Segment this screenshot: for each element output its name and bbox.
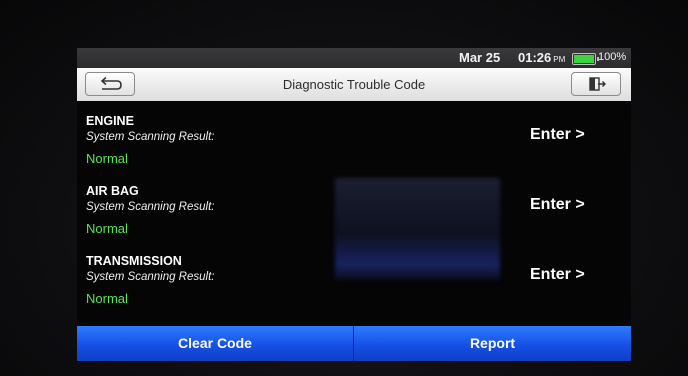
- system-scan-label: System Scanning Result:: [86, 271, 215, 283]
- enter-button-air-bag[interactable]: Enter >: [530, 196, 585, 214]
- enter-button-transmission[interactable]: Enter >: [530, 266, 585, 284]
- system-scan-result: Normal: [86, 291, 128, 306]
- page-title: Diagnostic Trouble Code: [282, 77, 426, 92]
- status-bar: Mar 25 01:26 PM 100%: [77, 48, 631, 68]
- enter-button-engine[interactable]: Enter >: [530, 126, 585, 144]
- status-date: Mar 25: [459, 50, 501, 65]
- system-scan-label: System Scanning Result:: [86, 201, 215, 213]
- status-time: 01:26 PM: [518, 50, 565, 65]
- exit-button[interactable]: [571, 72, 621, 96]
- battery-fill: [574, 55, 594, 63]
- system-scan-result: Normal: [86, 221, 128, 236]
- footer-bar: Clear Code Report: [77, 326, 631, 361]
- system-scan-result: Normal: [86, 151, 128, 166]
- exit-door-icon: [589, 77, 606, 91]
- report-button[interactable]: Report: [354, 326, 631, 361]
- system-name: AIR BAG: [86, 184, 139, 198]
- system-scan-label: System Scanning Result:: [86, 131, 215, 143]
- system-name: TRANSMISSION: [86, 254, 182, 268]
- screen-glare: [335, 178, 500, 280]
- battery-icon: [572, 53, 599, 65]
- status-time-value: 01:26: [518, 50, 552, 65]
- title-bar: Diagnostic Trouble Code: [77, 68, 631, 101]
- status-ampm: PM: [553, 55, 566, 64]
- system-name: ENGINE: [86, 114, 134, 128]
- scanner-screen: Mar 25 01:26 PM 100% Diagnostic Trouble C…: [77, 48, 631, 362]
- clear-code-button[interactable]: Clear Code: [77, 326, 353, 361]
- system-row-engine: ENGINE System Scanning Result: Normal En…: [77, 101, 631, 171]
- battery-percent: 100%: [598, 51, 627, 63]
